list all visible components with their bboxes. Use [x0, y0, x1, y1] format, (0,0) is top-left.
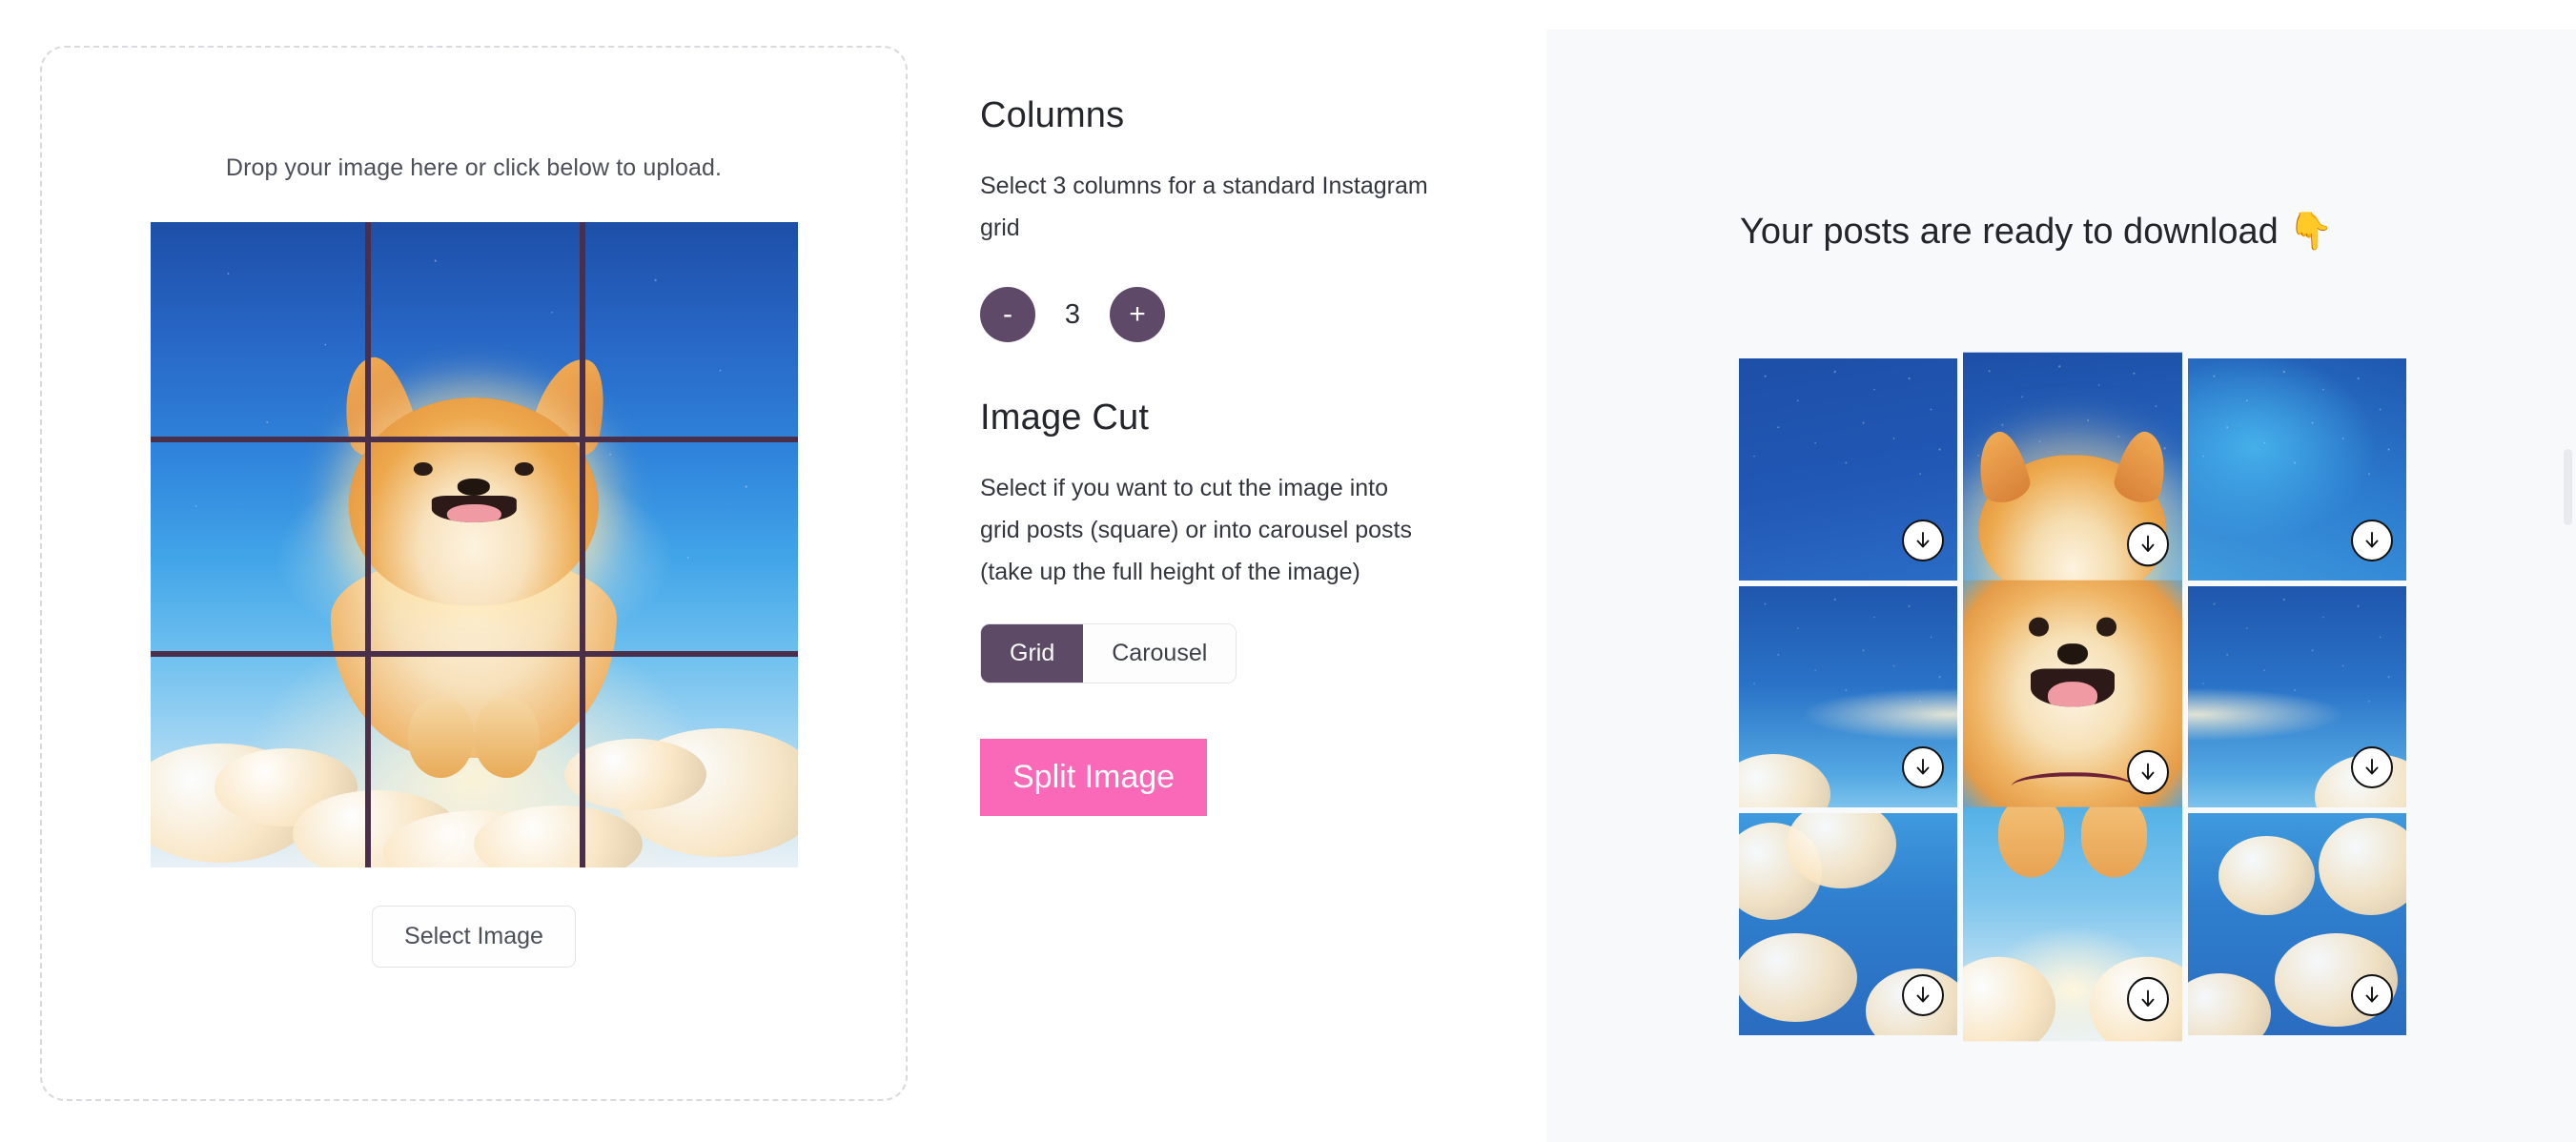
result-tile[interactable] — [1963, 352, 2182, 587]
results-grid — [1739, 352, 2406, 1042]
preview-split-guides — [150, 222, 798, 867]
image-preview[interactable] — [150, 222, 798, 867]
columns-stepper: - 3 + — [980, 287, 1546, 342]
image-cut-section-title: Image Cut — [980, 398, 1150, 438]
shiba-eye-left — [2029, 617, 2049, 637]
split-image-button[interactable]: Split Image — [980, 739, 1208, 816]
download-arrow-icon — [2141, 762, 2155, 780]
split-image-app: Drop your image here or click below to u… — [0, 0, 2576, 1142]
download-arrow-icon — [1916, 987, 1930, 1003]
columns-increment-button[interactable]: + — [1110, 287, 1165, 342]
controls-pane: Columns Select 3 columns for a standard … — [953, 0, 1546, 1142]
results-scrollbar[interactable] — [2564, 449, 2572, 525]
select-image-button[interactable]: Select Image — [372, 906, 576, 968]
columns-decrement-button[interactable]: - — [980, 287, 1035, 342]
result-tile[interactable] — [2187, 358, 2406, 581]
results-pane: Your posts are ready to download 👇 — [1546, 30, 2576, 1142]
columns-section-title: Columns — [980, 95, 1125, 135]
upload-pane: Drop your image here or click below to u… — [0, 0, 953, 1142]
result-tile[interactable] — [2187, 585, 2406, 808]
download-button[interactable] — [2350, 746, 2393, 789]
result-tile[interactable] — [1739, 585, 1958, 808]
image-cut-option-carousel[interactable]: Carousel — [1083, 624, 1237, 683]
download-arrow-icon — [2141, 535, 2155, 552]
shiba-collar — [2011, 771, 2135, 800]
result-tile[interactable] — [1963, 806, 2182, 1042]
image-cut-toggle-group: Grid Carousel — [980, 623, 1237, 683]
shiba-nose — [2056, 642, 2089, 664]
image-cut-section-description: Select if you want to cut the image into… — [980, 475, 1412, 585]
download-arrow-icon — [2365, 759, 2379, 775]
download-button[interactable] — [2350, 519, 2393, 561]
dropzone-hint-text: Drop your image here or click below to u… — [225, 154, 723, 181]
result-tile[interactable] — [1739, 358, 1958, 581]
result-tile[interactable] — [2187, 813, 2406, 1035]
results-heading: Your posts are ready to download 👇 — [1740, 212, 2334, 252]
download-arrow-icon — [1916, 759, 1930, 775]
shiba-mouth — [2031, 668, 2115, 706]
download-button[interactable] — [2126, 749, 2169, 794]
download-arrow-icon — [2141, 989, 2155, 1007]
shiba-eye-right — [2096, 617, 2116, 637]
download-button[interactable] — [2126, 976, 2169, 1022]
download-arrow-icon — [2365, 987, 2379, 1003]
result-tile[interactable] — [1963, 580, 2182, 814]
download-arrow-icon — [1916, 531, 1930, 548]
columns-value: 3 — [1064, 298, 1081, 330]
download-arrow-icon — [2365, 531, 2379, 548]
image-cut-option-grid[interactable]: Grid — [981, 624, 1084, 683]
download-button[interactable] — [2126, 521, 2169, 566]
download-button[interactable] — [2350, 974, 2393, 1016]
columns-section-description: Select 3 columns for a standard Instagra… — [980, 173, 1428, 241]
image-dropzone[interactable]: Drop your image here or click below to u… — [40, 46, 908, 1101]
download-button[interactable] — [1902, 974, 1945, 1016]
download-button[interactable] — [1902, 519, 1945, 561]
result-tile[interactable] — [1739, 813, 1958, 1035]
